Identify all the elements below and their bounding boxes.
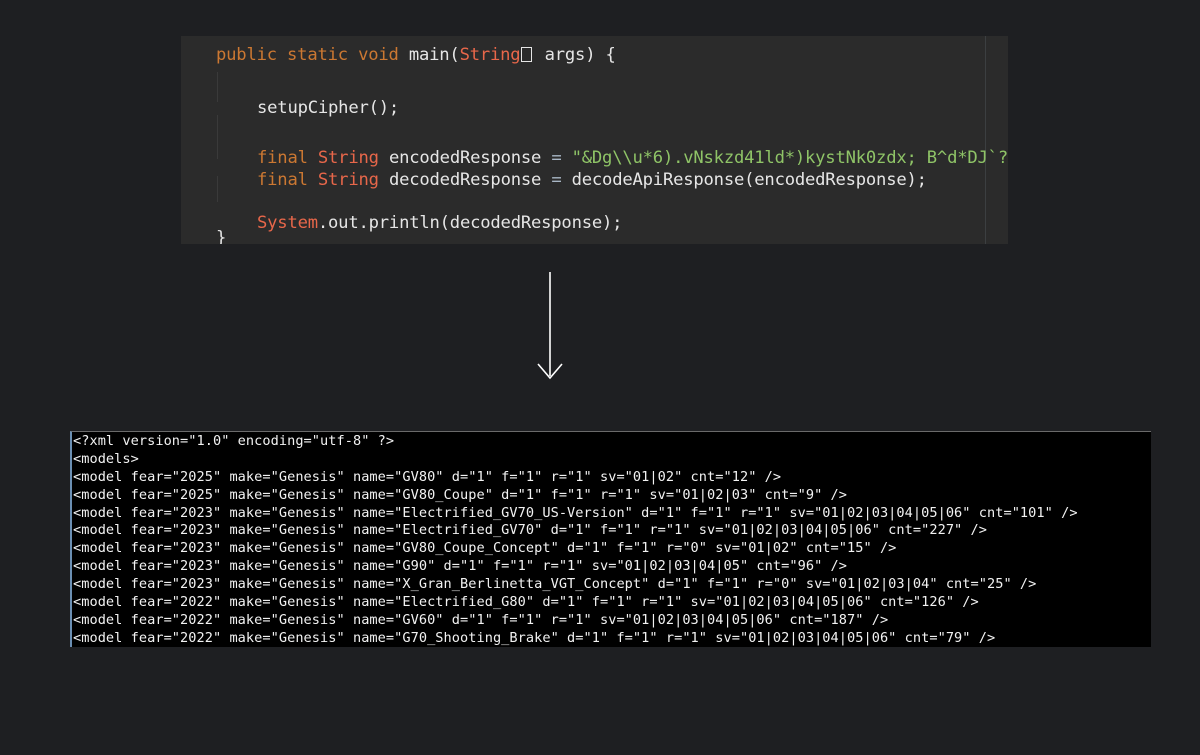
code-line: System.out.println(decodedResponse); bbox=[257, 212, 623, 234]
code-token-plain: } bbox=[216, 228, 227, 244]
code-token-str: "&Dg\\u*6).vNskzd41ld*)kystNk0zdx; B^d*D… bbox=[571, 148, 1008, 168]
indent-guide bbox=[217, 176, 218, 202]
xml-line: <model fear="2023" make="Genesis" name="… bbox=[73, 576, 1037, 593]
code-line: setupCipher(); bbox=[257, 97, 399, 119]
xml-line: <model fear="2025" make="Genesis" name="… bbox=[73, 468, 782, 485]
array-brackets-glyph bbox=[521, 47, 533, 62]
code-token-plain: setupCipher(); bbox=[257, 98, 400, 118]
code-token-plain: main( bbox=[408, 45, 460, 65]
xml-line: <model fear="2022" make="Genesis" name="… bbox=[73, 594, 979, 611]
code-token-ty: String bbox=[459, 45, 521, 65]
xml-line: <model fear="2023" make="Genesis" name="… bbox=[73, 558, 848, 575]
xml-line: <model fear="2025" make="Genesis" name="… bbox=[73, 486, 848, 503]
code-token-plain: decodeApiResponse(encodedResponse); bbox=[571, 170, 927, 190]
code-token-plain: decodedResponse bbox=[388, 170, 552, 190]
xml-line: <model fear="2023" make="Genesis" name="… bbox=[73, 504, 1078, 521]
code-line: } bbox=[216, 227, 226, 244]
code-token-ty: String bbox=[317, 170, 389, 190]
xml-output-panel[interactable]: <?xml version="1.0" encoding="utf-8" ?> <… bbox=[70, 431, 1151, 647]
xml-line: <models> bbox=[73, 450, 139, 467]
code-token-ty: System bbox=[257, 213, 318, 233]
code-token-plain: .out.println(decodedResponse); bbox=[317, 213, 623, 233]
code-token-op: = bbox=[551, 148, 572, 168]
code-token-plain: args) { bbox=[534, 45, 616, 65]
indent-guide bbox=[217, 115, 218, 159]
down-arrow-icon bbox=[537, 272, 563, 380]
editor-right-margin bbox=[985, 36, 986, 244]
xml-line: <model fear="2023" make="Genesis" name="… bbox=[73, 540, 897, 557]
xml-output-lines: <?xml version="1.0" encoding="utf-8" ?> <… bbox=[73, 433, 1078, 647]
code-token-op: = bbox=[551, 170, 572, 190]
code-editor-panel[interactable]: public static void main(String args) {se… bbox=[181, 36, 1008, 244]
code-token-kw: final bbox=[257, 170, 318, 190]
indent-guide bbox=[217, 72, 218, 102]
xml-line: <model fear="2023" make="Genesis" name="… bbox=[73, 522, 987, 539]
xml-line: <model fear="2022" make="Genesis" name="… bbox=[73, 629, 996, 646]
code-token-plain: encodedResponse bbox=[388, 148, 552, 168]
code-line: final String decodedResponse = decodeApi… bbox=[257, 169, 927, 191]
code-line: final String encodedResponse = "&Dg\\u*6… bbox=[257, 147, 1008, 169]
code-line: public static void main(String args) { bbox=[216, 44, 616, 66]
code-token-ty: String bbox=[317, 148, 389, 168]
xml-line: <model fear="2022" make="Genesis" name="… bbox=[73, 611, 889, 628]
xml-line: <?xml version="1.0" encoding="utf-8" ?> bbox=[73, 433, 395, 449]
code-token-kw: public static void bbox=[216, 45, 409, 65]
code-token-kw: final bbox=[257, 148, 318, 168]
